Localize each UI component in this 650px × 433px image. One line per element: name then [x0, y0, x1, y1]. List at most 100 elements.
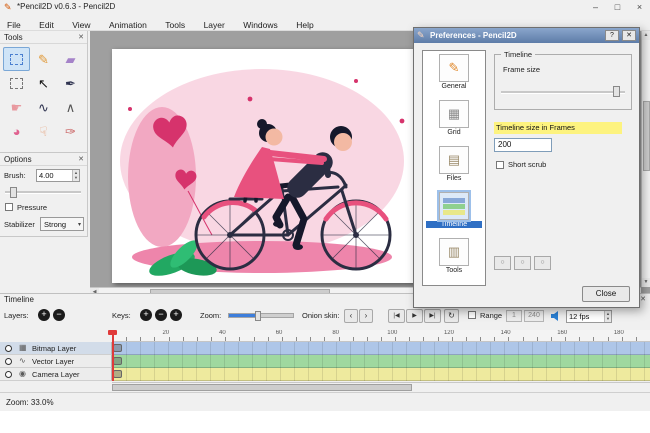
select-tool-button[interactable]: [3, 47, 30, 71]
scroll-down-icon[interactable]: ▼: [642, 278, 650, 287]
layer-visibility-button-2[interactable]: ○: [514, 256, 531, 270]
preferences-titlebar[interactable]: ✎ Preferences - Pencil2D ? ✕: [414, 28, 639, 43]
vector-layer-track[interactable]: [112, 355, 650, 368]
zoom-slider-handle[interactable]: [255, 311, 261, 321]
add-layer-button[interactable]: +: [38, 309, 50, 321]
frame-size-slider-handle[interactable]: [613, 86, 620, 97]
canvas-vertical-scrollbar[interactable]: ▲ ▼: [641, 31, 650, 287]
keyframe-cell[interactable]: [113, 357, 122, 365]
keyframe-cell[interactable]: [113, 370, 122, 378]
camera-layer-track[interactable]: [112, 368, 650, 381]
ruler-tick: [480, 337, 482, 341]
stabilizer-dropdown[interactable]: Strong ▾: [40, 217, 84, 231]
tools-panel: Tools ✕ ✎ ▰ ↖ ✒ ☛ ∿ ∧ ◕ ☟ ✑: [0, 31, 88, 153]
bucket-tool-button[interactable]: ◕: [3, 119, 30, 143]
camera-layer-icon: ◉: [19, 369, 26, 378]
timeline-scrollbar-thumb[interactable]: [112, 384, 412, 391]
ruler-tick: [310, 337, 312, 341]
short-scrub-checkbox[interactable]: [496, 161, 504, 169]
visibility-dot[interactable]: [5, 345, 12, 352]
bitmap-layer-track[interactable]: [112, 342, 650, 355]
smudge-tool-button[interactable]: ☟: [30, 119, 57, 143]
ruler-tick: [168, 337, 170, 341]
timeline-scrollbar[interactable]: [112, 382, 650, 392]
fps-spinner-arrows-icon[interactable]: ▲ ▼: [604, 311, 611, 322]
visibility-dot[interactable]: [5, 371, 12, 378]
vscroll-thumb[interactable]: [643, 101, 650, 171]
prefs-category-grid[interactable]: ▦ Grid: [423, 97, 485, 143]
scroll-up-icon[interactable]: ▲: [642, 31, 650, 40]
ruler-tick: [593, 337, 595, 341]
playhead-marker[interactable]: [108, 330, 117, 335]
move-tool-button[interactable]: ↖: [30, 71, 57, 95]
play-button[interactable]: ▶: [406, 309, 423, 323]
drawing-canvas[interactable]: [112, 49, 428, 283]
maximize-button[interactable]: □: [607, 0, 628, 15]
hand-tool-button[interactable]: ☛: [3, 95, 30, 119]
frame-size-slider[interactable]: [501, 91, 625, 94]
fps-spinner[interactable]: 12 fps ▲ ▼: [566, 310, 612, 323]
next-frame-button[interactable]: ▶|: [424, 309, 441, 323]
prefs-category-files[interactable]: ▤ Files: [423, 143, 485, 189]
previous-frame-button[interactable]: |◀: [388, 309, 405, 323]
add-keyframe-button[interactable]: +: [140, 309, 152, 321]
close-dialog-button[interactable]: Close: [582, 286, 630, 302]
range-checkbox[interactable]: [468, 311, 476, 319]
options-panel-close-icon[interactable]: ✕: [78, 155, 84, 163]
dialog-help-button[interactable]: ?: [605, 30, 619, 41]
duplicate-keyframe-button[interactable]: +: [170, 309, 182, 321]
stabilizer-label: Stabilizer: [4, 220, 35, 229]
short-scrub-label: Short scrub: [508, 160, 547, 169]
tools-panel-close-icon[interactable]: ✕: [78, 33, 84, 41]
bitmap-layer-row: ▦ Bitmap Layer: [0, 342, 650, 355]
remove-layer-button[interactable]: −: [53, 309, 65, 321]
eraser-tool-button[interactable]: ▰: [57, 47, 84, 71]
timeline-panel-close-icon[interactable]: ✕: [640, 295, 646, 303]
keyframe-cell[interactable]: [113, 344, 122, 352]
ruler-tick: [423, 337, 425, 341]
remove-keyframe-button[interactable]: −: [155, 309, 167, 321]
spinner-arrows-icon[interactable]: ▲ ▼: [72, 170, 79, 181]
pen-tool-button[interactable]: ✒: [57, 71, 84, 95]
playhead[interactable]: [112, 330, 114, 381]
timeline-zoom-slider[interactable]: [228, 311, 294, 321]
timeline-size-input[interactable]: 200: [494, 138, 552, 152]
layer-label-bitmap[interactable]: ▦ Bitmap Layer: [0, 342, 112, 355]
prefs-category-timeline[interactable]: Timeline: [423, 189, 485, 235]
chevron-down-icon: ▾: [77, 222, 81, 228]
minimize-button[interactable]: –: [585, 0, 606, 15]
layer-label-camera[interactable]: ◉ Camera Layer: [0, 368, 112, 381]
pencil-tool-button[interactable]: ✎: [30, 47, 57, 71]
onion-prev-icon[interactable]: ‹: [344, 309, 358, 323]
brush-slider-handle[interactable]: [10, 187, 17, 198]
range-end-field[interactable]: 240: [524, 310, 544, 322]
polyline-tool-button[interactable]: ∧: [57, 95, 84, 119]
sound-icon[interactable]: [550, 310, 562, 322]
marquee-tool-button[interactable]: [3, 71, 30, 95]
range-start-field[interactable]: 1: [506, 310, 522, 322]
vector-layer-row: ∿ Vector Layer: [0, 355, 650, 368]
brush-tool-button[interactable]: ∿: [30, 95, 57, 119]
bucket-tool-icon: ◕: [12, 123, 21, 139]
onion-next-icon[interactable]: ›: [359, 309, 373, 323]
layer-visibility-button-1[interactable]: ○: [494, 256, 511, 270]
loop-icon[interactable]: ↻: [444, 309, 459, 323]
layer-label-vector[interactable]: ∿ Vector Layer: [0, 355, 112, 368]
prefs-category-tools[interactable]: ▥ Tools: [423, 235, 485, 281]
visibility-dot[interactable]: [5, 358, 12, 365]
timeline-ruler[interactable]: 20 40 60 80 100 120 140 160 180: [112, 330, 650, 342]
layers-label: Layers:: [4, 311, 29, 320]
brush-label: Brush:: [4, 171, 26, 180]
ruler-tick: [465, 337, 467, 341]
ruler-tick: [437, 337, 439, 341]
pressure-checkbox[interactable]: [5, 203, 13, 211]
dialog-close-icon[interactable]: ✕: [622, 30, 636, 41]
eraser-tool-icon: ▰: [65, 51, 76, 67]
prefs-category-general[interactable]: ✎ General: [423, 51, 485, 97]
dialog-app-icon: ✎: [417, 30, 425, 40]
brush-size-spinner[interactable]: 4.00 ▲ ▼: [36, 169, 80, 182]
eyedropper-tool-button[interactable]: ✑: [57, 119, 84, 143]
close-window-button[interactable]: ×: [629, 0, 650, 15]
layer-visibility-button-3[interactable]: ○: [534, 256, 551, 270]
ruler-number: 180: [613, 330, 624, 336]
